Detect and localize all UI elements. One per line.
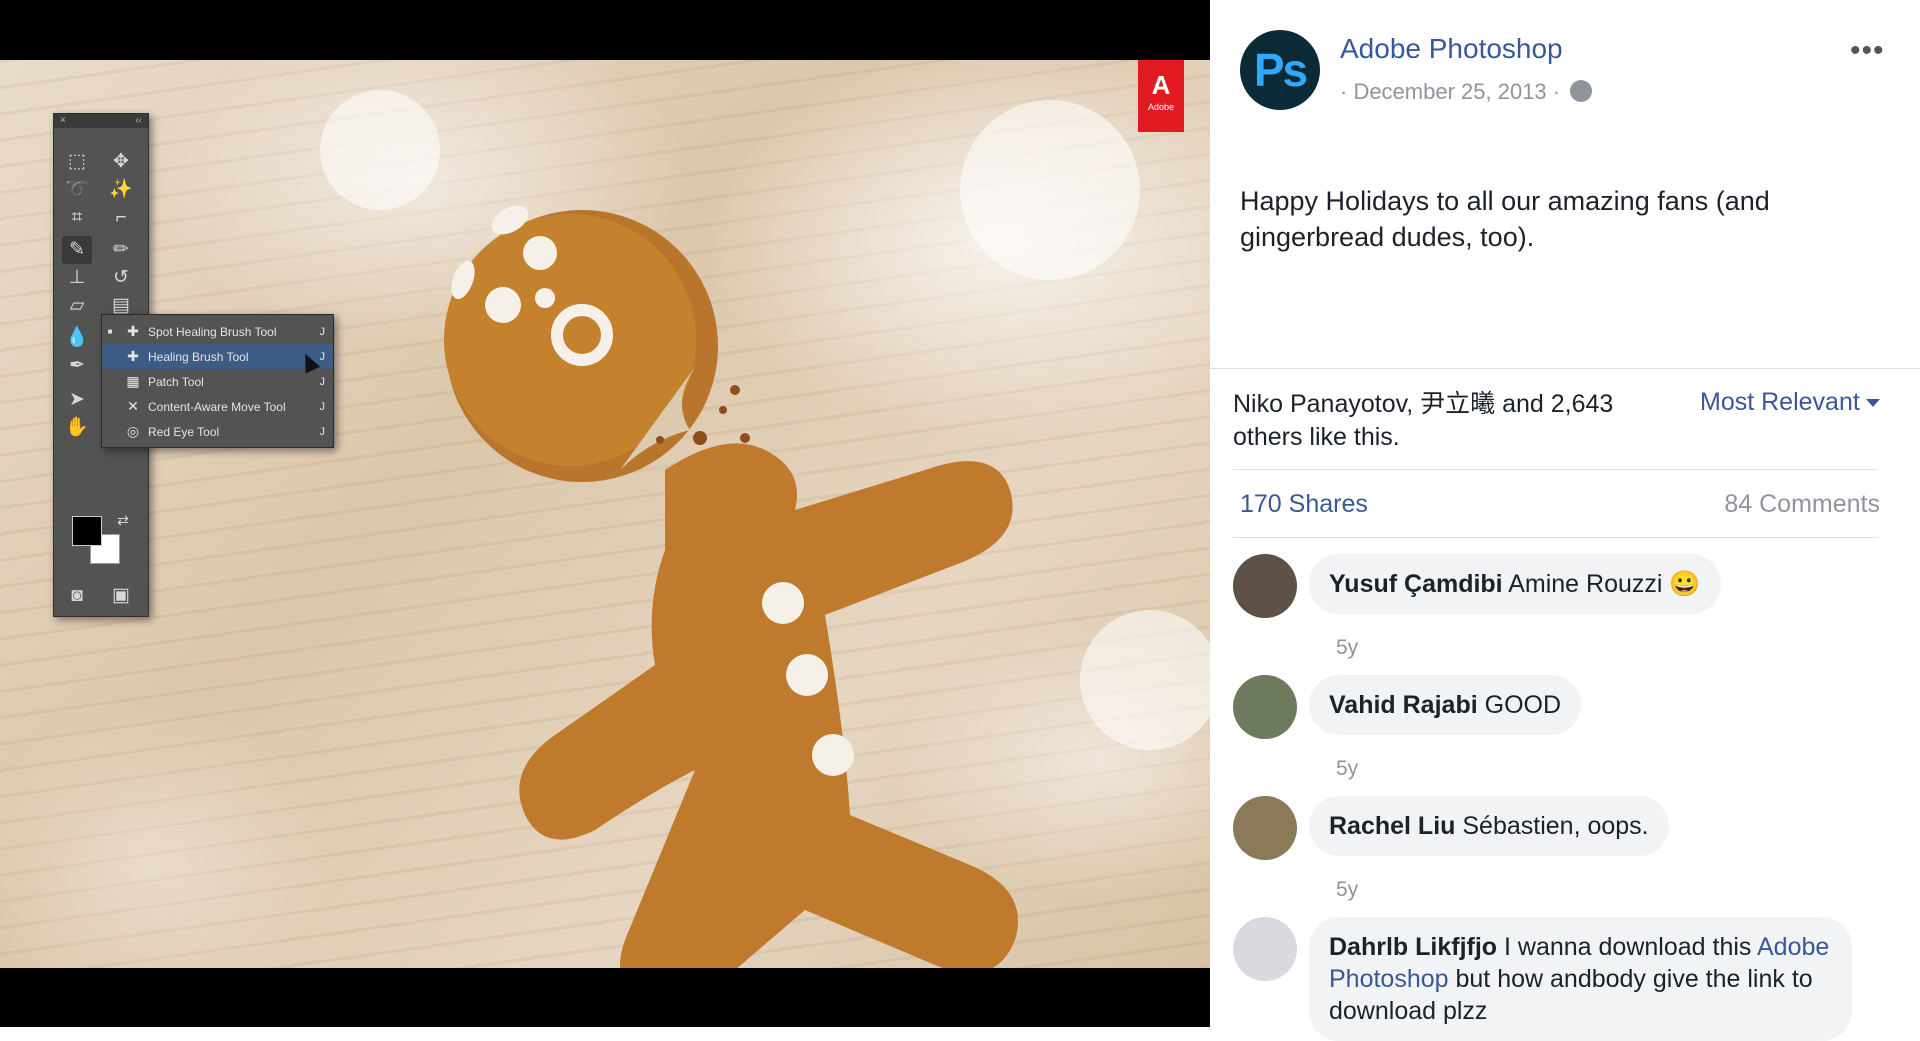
avatar[interactable] — [1233, 917, 1297, 981]
tool-icon: ◎ — [126, 423, 140, 439]
post-date[interactable]: · December 25, 2013 · — [1340, 79, 1560, 104]
stamp-tool-icon[interactable]: ⊥ — [62, 264, 92, 292]
sort-label: Most Relevant — [1700, 388, 1860, 416]
eraser-icon[interactable]: ▱ — [62, 292, 92, 320]
adobe-a-icon: A — [1151, 70, 1171, 100]
post-meta: · December 25, 2013 · — [1340, 79, 1593, 105]
brush-tool-icon[interactable]: ✏ — [106, 236, 136, 264]
flyout-item[interactable]: ▦ Patch Tool J — [102, 369, 333, 394]
eyedropper-icon[interactable]: ⌐ — [106, 204, 136, 232]
history-brush-icon[interactable]: ↺ — [106, 264, 136, 292]
lasso-tool-icon[interactable]: ➰ — [62, 176, 92, 204]
facebook-post-panel: Ps Adobe Photoshop · December 25, 2013 ·… — [1210, 0, 1920, 1041]
comment-time[interactable]: 5y — [1336, 636, 1358, 660]
healing-brush-icon[interactable]: ✎ — [62, 236, 92, 264]
flyout-item-label: Patch Tool — [148, 374, 204, 389]
shortcut-key: J — [319, 400, 326, 413]
adobe-logo: A Adobe — [1138, 60, 1184, 132]
tool-icon: ▦ — [126, 373, 140, 389]
globe-icon — [1570, 80, 1593, 102]
comment-text: I wanna download this — [1504, 933, 1752, 961]
shortcut-key: J — [319, 375, 326, 388]
blur-tool-icon[interactable]: 💧 — [62, 324, 92, 352]
comment-text: Amine Rouzzi 😀 — [1508, 570, 1701, 598]
caret-down-icon — [1865, 399, 1880, 408]
comment-author[interactable]: Vahid Rajabi — [1329, 691, 1478, 719]
comment-text: GOOD — [1484, 691, 1562, 719]
divider — [1233, 469, 1878, 470]
more-options-icon[interactable]: ••• — [1850, 34, 1885, 68]
comment-time[interactable]: 5y — [1336, 878, 1358, 902]
divider — [1233, 537, 1878, 538]
avatar[interactable] — [1233, 675, 1297, 739]
shortcut-key: J — [319, 350, 326, 363]
marquee-tool-icon[interactable]: ⬚ — [62, 148, 92, 176]
screen-mode-icon[interactable]: ▣ — [106, 582, 136, 610]
flyout-item[interactable]: ■ ✚ Spot Healing Brush Tool J — [102, 319, 333, 344]
flyout-item[interactable]: ◎ Red Eye Tool J — [102, 419, 333, 444]
tool-icon: ✕ — [127, 398, 139, 414]
shortcut-key: J — [319, 425, 326, 438]
likes-summary[interactable]: Niko Panayotov, 尹立曦 and 2,643 others lik… — [1233, 388, 1673, 454]
flyout-item[interactable]: ✕ Content-Aware Move Tool J — [102, 394, 333, 419]
flyout-item-label: Red Eye Tool — [148, 424, 220, 439]
image-viewer: A Adobe × ‹‹ ⬚✥➰✨⌗⌐✎✏⊥↺▱▤💧●✒T➤▭✋🔍 ⇄ ◙ ▣ … — [0, 0, 1210, 1027]
tool-icon: ✚ — [127, 348, 139, 364]
divider — [1210, 368, 1920, 369]
tool-icon: ✚ — [127, 323, 139, 339]
comment-author[interactable]: Dahrlb Likfjfjo — [1329, 933, 1497, 961]
path-select-icon[interactable]: ➤ — [62, 386, 92, 414]
close-icon[interactable]: × — [60, 114, 66, 128]
swap-colors-icon[interactable]: ⇄ — [108, 506, 138, 534]
page-avatar[interactable]: Ps — [1240, 30, 1320, 110]
magic-wand-icon[interactable]: ✨ — [106, 176, 136, 204]
comment-bubble: Dahrlb Likfjfjo I wanna download this Ad… — [1309, 917, 1852, 1041]
hand-tool-icon[interactable]: ✋ — [62, 414, 92, 442]
flyout-item-label: Healing Brush Tool — [148, 349, 249, 364]
comment-bubble: Yusuf Çamdibi Amine Rouzzi 😀 — [1309, 554, 1721, 614]
comment-bubble: Rachel Liu Sébastien, oops. — [1309, 796, 1669, 856]
collapse-icon[interactable]: ‹‹ — [135, 114, 142, 128]
comment-text: Sébastien, oops. — [1462, 812, 1649, 840]
crop-tool-icon[interactable]: ⌗ — [62, 204, 92, 232]
healing-tools-flyout-menu: ■ ✚ Spot Healing Brush Tool J ✚ Healing Brush… — [101, 314, 334, 448]
gingerbread-illustration — [320, 90, 1210, 968]
flyout-item-label: Spot Healing Brush Tool — [148, 324, 277, 339]
comment-author[interactable]: Rachel Liu — [1329, 812, 1455, 840]
comment-author[interactable]: Yusuf Çamdibi — [1329, 570, 1503, 598]
comments-count-link[interactable]: 84 Comments — [1720, 490, 1880, 519]
shares-link[interactable]: 170 Shares — [1240, 490, 1368, 519]
pen-tool-icon[interactable]: ✒ — [62, 352, 92, 380]
post-image[interactable]: A Adobe × ‹‹ ⬚✥➰✨⌗⌐✎✏⊥↺▱▤💧●✒T➤▭✋🔍 ⇄ ◙ ▣ … — [0, 60, 1210, 968]
flyout-item-label: Content-Aware Move Tool — [148, 399, 286, 414]
comment-time[interactable]: 5y — [1336, 757, 1358, 781]
adobe-logo-text: Adobe — [1147, 102, 1175, 112]
shortcut-key: J — [319, 325, 326, 338]
move-tool-icon[interactable]: ✥ — [106, 148, 136, 176]
quick-mask-icon[interactable]: ◙ — [62, 582, 92, 610]
foreground-color-swatch[interactable] — [72, 516, 102, 546]
avatar[interactable] — [1233, 554, 1297, 618]
selected-bullet-icon: ■ — [107, 327, 113, 336]
avatar[interactable] — [1233, 796, 1297, 860]
page-name-link[interactable]: Adobe Photoshop — [1340, 33, 1563, 65]
post-text: Happy Holidays to all our amazing fans (… — [1240, 186, 1770, 252]
comment-bubble: Vahid Rajabi GOOD — [1309, 675, 1582, 735]
sort-comments-dropdown[interactable]: Most Relevant — [1700, 388, 1880, 417]
toolbox-header: × ‹‹ — [54, 114, 148, 128]
